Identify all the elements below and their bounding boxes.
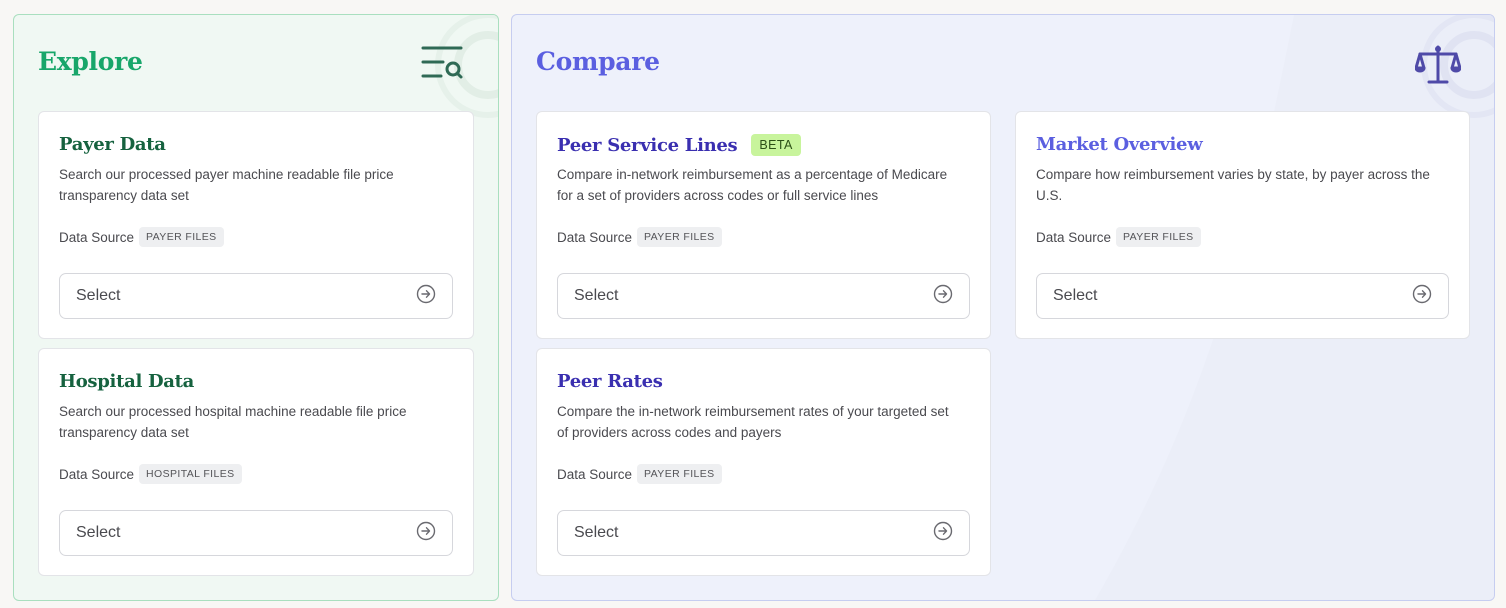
- data-source-tag: HOSPITAL FILES: [139, 464, 242, 484]
- beta-badge: BETA: [751, 134, 801, 156]
- arrow-right-circle-icon: [416, 521, 436, 546]
- data-source: Data Source PAYER FILES: [59, 227, 224, 247]
- arrow-right-circle-icon: [933, 521, 953, 546]
- data-source-tag: PAYER FILES: [139, 227, 224, 247]
- card-hospital-data: Hospital Data Search our processed hospi…: [38, 348, 474, 576]
- card-peer-rates: Peer Rates Compare the in-network reimbu…: [536, 348, 991, 576]
- explore-title: Explore: [38, 47, 143, 76]
- select-label: Select: [574, 524, 619, 541]
- select-button[interactable]: Select: [557, 510, 970, 556]
- data-source: Data Source PAYER FILES: [557, 227, 722, 247]
- card-title: Peer Service Lines BETA: [557, 134, 801, 156]
- explore-panel: Explore Payer Data Search our processed …: [13, 14, 499, 601]
- arrow-right-circle-icon: [933, 284, 953, 309]
- compare-panel: Compare Peer Service Lines BETA Compare …: [511, 14, 1495, 601]
- data-source-label: Data Source: [1036, 229, 1112, 245]
- select-label: Select: [1053, 287, 1098, 304]
- card-market-overview: Market Overview Compare how reimbursemen…: [1015, 111, 1470, 339]
- data-source-label: Data Source: [557, 466, 633, 482]
- data-source-tag: PAYER FILES: [1116, 227, 1201, 247]
- arrow-right-circle-icon: [1412, 284, 1432, 309]
- scale-icon: [1414, 45, 1462, 90]
- data-source: Data Source HOSPITAL FILES: [59, 464, 242, 484]
- card-title: Payer Data: [59, 134, 166, 155]
- select-label: Select: [76, 287, 121, 304]
- select-label: Select: [76, 524, 121, 541]
- select-button[interactable]: Select: [557, 273, 970, 319]
- card-description: Compare the in-network reimbursement rat…: [557, 404, 949, 440]
- data-source-label: Data Source: [59, 466, 135, 482]
- select-button[interactable]: Select: [59, 273, 453, 319]
- data-source: Data Source PAYER FILES: [1036, 227, 1201, 247]
- card-title: Hospital Data: [59, 371, 195, 392]
- select-button[interactable]: Select: [59, 510, 453, 556]
- data-source-label: Data Source: [59, 229, 135, 245]
- card-title-text: Peer Service Lines: [557, 134, 738, 156]
- select-button[interactable]: Select: [1036, 273, 1449, 319]
- select-label: Select: [574, 287, 619, 304]
- card-title: Peer Rates: [557, 371, 663, 392]
- data-source: Data Source PAYER FILES: [557, 464, 722, 484]
- card-description: Search our processed payer machine reada…: [59, 167, 394, 203]
- card-peer-service-lines: Peer Service Lines BETA Compare in-netwo…: [536, 111, 991, 339]
- data-source-tag: PAYER FILES: [637, 464, 722, 484]
- arrow-right-circle-icon: [416, 284, 436, 309]
- card-description: Compare in-network reimbursement as a pe…: [557, 167, 948, 203]
- card-payer-data: Payer Data Search our processed payer ma…: [38, 111, 474, 339]
- card-description: Compare how reimbursement varies by stat…: [1036, 167, 1430, 203]
- compare-title: Compare: [536, 47, 660, 76]
- data-source-label: Data Source: [557, 229, 633, 245]
- list-search-icon: [421, 45, 465, 86]
- card-description: Search our processed hospital machine re…: [59, 404, 407, 440]
- card-title: Market Overview: [1036, 134, 1203, 155]
- data-source-tag: PAYER FILES: [637, 227, 722, 247]
